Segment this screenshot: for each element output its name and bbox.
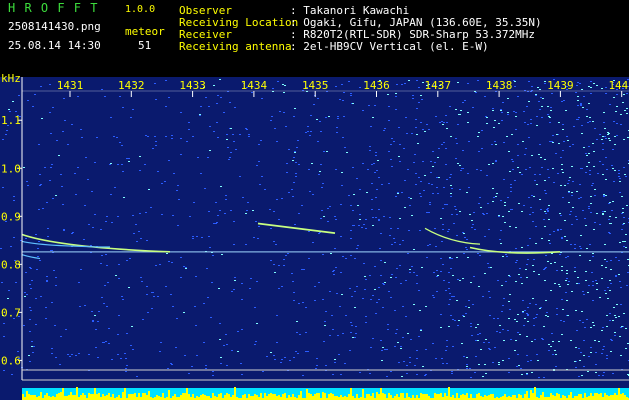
x-tick-label: 1431: [57, 79, 84, 92]
x-tick-label: 1433: [179, 79, 206, 92]
x-tick-label: 1439: [547, 79, 574, 92]
x-tick-label: 1434: [241, 79, 268, 92]
x-tick-label: 1437: [425, 79, 452, 92]
y-tick-label: 0.8: [1, 258, 21, 271]
x-tick-label: 1440: [608, 79, 629, 92]
x-tick-label: 1432: [118, 79, 145, 92]
y-tick-label: 1.0: [1, 162, 21, 175]
x-tick-label: 1435: [302, 79, 329, 92]
y-tick-label: 0.6: [1, 354, 21, 367]
spectrogram-background: [0, 77, 629, 400]
spectrogram-chart: 1431 1432 1433 1434 1435 1436 1437 1438 1439 1440…: [0, 72, 629, 400]
y-tick-label: 0.7: [1, 306, 21, 319]
y-tick-label: 1.1: [1, 114, 21, 127]
y-axis-title: kHz: [1, 72, 21, 85]
x-tick-label: 1436: [363, 79, 390, 92]
y-tick-label: 0.9: [1, 210, 21, 223]
x-tick-label: 1438: [486, 79, 513, 92]
